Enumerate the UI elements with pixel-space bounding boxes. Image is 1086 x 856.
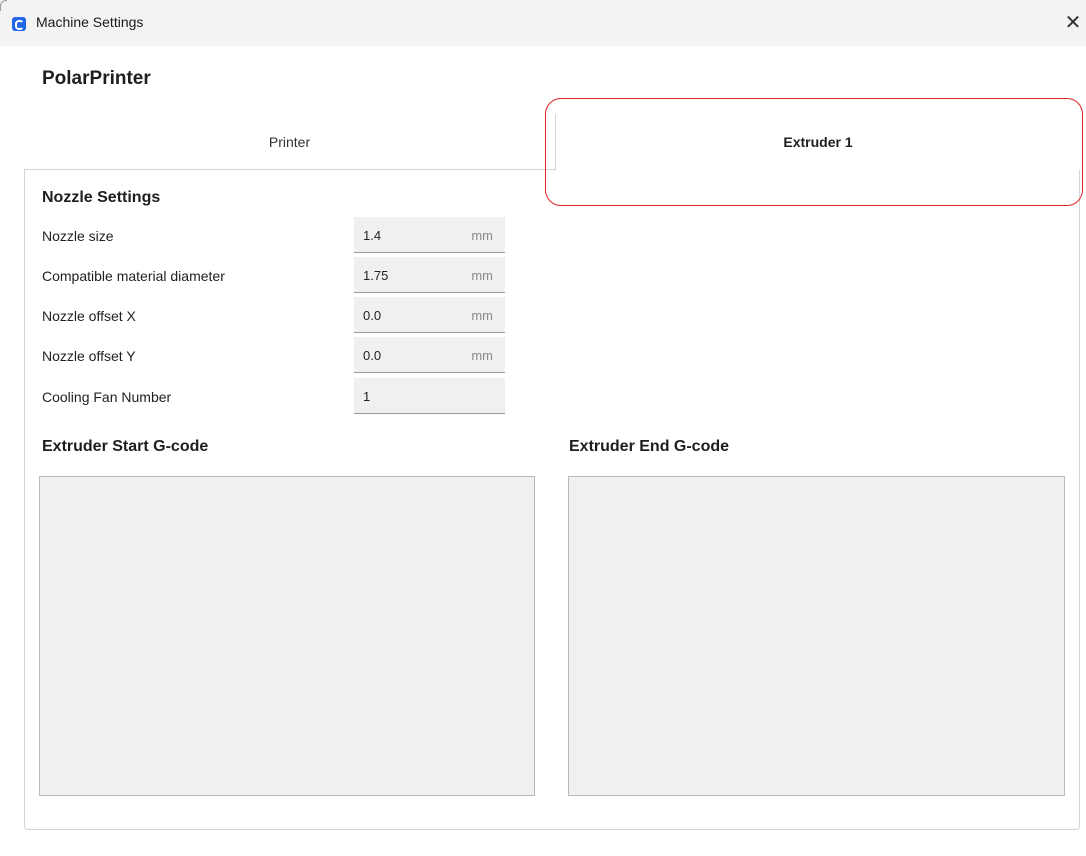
extruder-start-gcode-title: Extruder Start G-code xyxy=(42,438,209,455)
cooling-fan-number-label: Cooling Fan Number xyxy=(42,389,172,405)
material-diameter-label: Compatible material diameter xyxy=(42,268,225,284)
cooling-fan-number-value[interactable]: 1 xyxy=(363,389,370,404)
extruder-end-gcode-title: Extruder End G-code xyxy=(569,438,730,455)
machine-settings-window: Machine Settings ✕ PolarPrinter Printer … xyxy=(0,0,1086,856)
nozzle-offset-x-value[interactable]: 0.0 xyxy=(363,308,381,323)
material-diameter-field[interactable]: 1.75 mm xyxy=(354,257,505,293)
nozzle-offset-y-label: Nozzle offset Y xyxy=(42,348,136,364)
material-diameter-value[interactable]: 1.75 xyxy=(363,268,388,283)
machine-name: PolarPrinter xyxy=(42,68,151,89)
nozzle-offset-y-field[interactable]: 0.0 mm xyxy=(354,337,505,373)
window-title: Machine Settings xyxy=(36,14,144,30)
nozzle-size-label: Nozzle size xyxy=(42,228,114,244)
extruder-start-gcode-editor[interactable] xyxy=(39,476,535,796)
nozzle-size-unit: mm xyxy=(471,228,493,243)
nozzle-offset-y-value[interactable]: 0.0 xyxy=(363,348,381,363)
nozzle-offset-y-unit: mm xyxy=(471,348,493,363)
nozzle-offset-x-field[interactable]: 0.0 mm xyxy=(354,297,505,333)
nozzle-offset-x-unit: mm xyxy=(471,308,493,323)
nozzle-size-value[interactable]: 1.4 xyxy=(363,228,381,243)
nozzle-settings-title: Nozzle Settings xyxy=(42,189,161,206)
tab-extruder-1[interactable]: Extruder 1 xyxy=(556,114,1080,170)
app-icon xyxy=(12,17,26,31)
nozzle-size-field[interactable]: 1.4 mm xyxy=(354,217,505,253)
tab-printer[interactable]: Printer xyxy=(24,114,556,170)
title-bar: Machine Settings ✕ xyxy=(0,0,1086,46)
extruder-end-gcode-editor[interactable] xyxy=(568,476,1065,796)
close-icon[interactable]: ✕ xyxy=(1060,10,1086,36)
window-corner-mark xyxy=(0,0,7,11)
material-diameter-unit: mm xyxy=(471,268,493,283)
nozzle-offset-x-label: Nozzle offset X xyxy=(42,308,136,324)
cooling-fan-number-field[interactable]: 1 xyxy=(354,378,505,414)
